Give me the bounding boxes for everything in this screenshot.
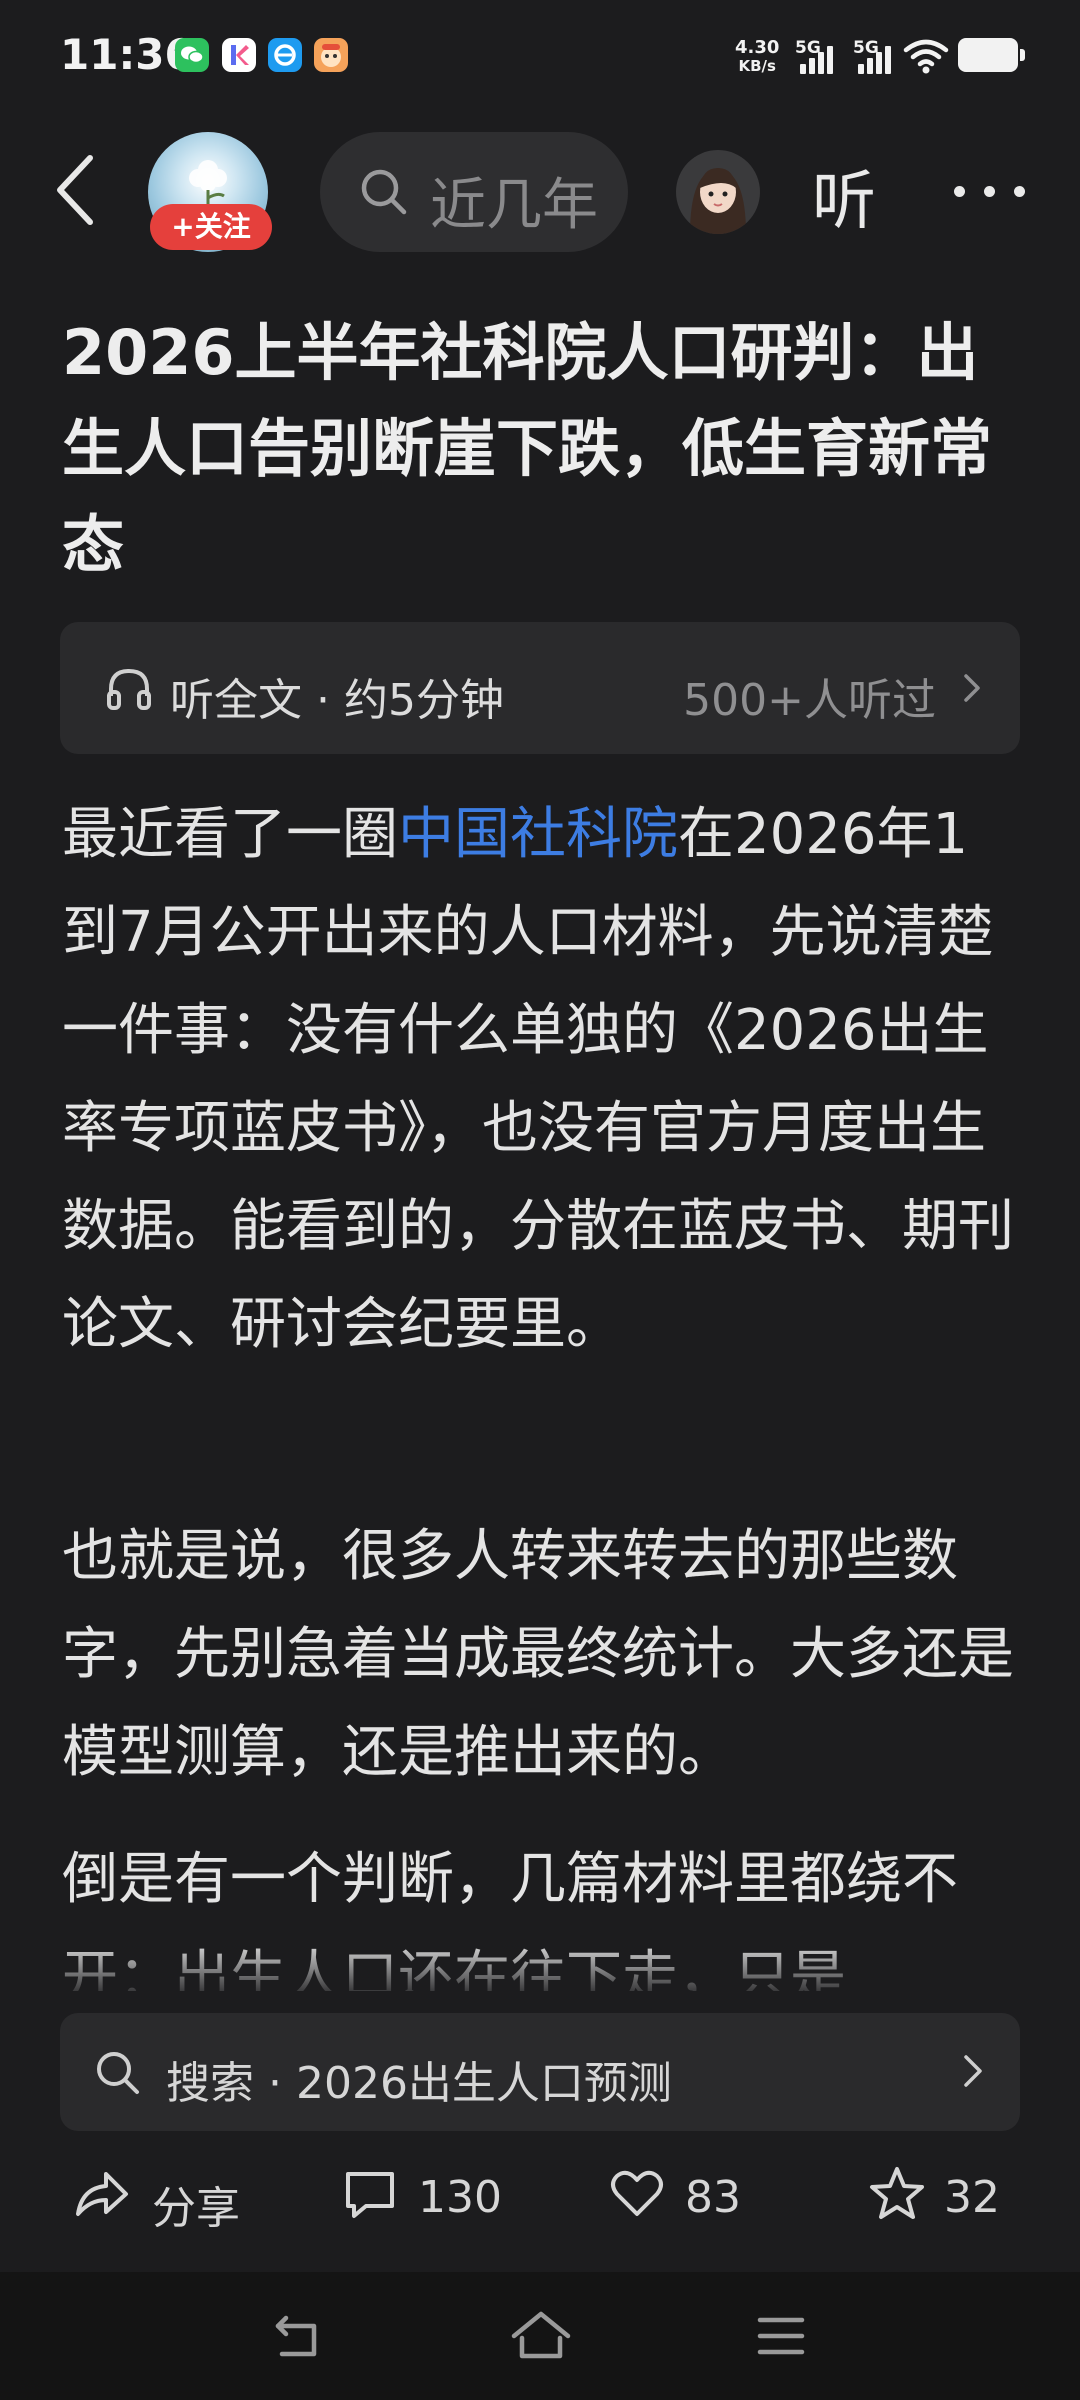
- search-input[interactable]: 近几年: [320, 132, 628, 252]
- listen-count: 500+人听过: [683, 675, 936, 726]
- nav-back-icon: [275, 2315, 317, 2357]
- follow-button[interactable]: +关注: [150, 204, 272, 250]
- menu-icon: [757, 2317, 805, 2355]
- related-search-text: 搜索 · 2026出生人口预测: [166, 2058, 672, 2109]
- app-k-icon: [222, 38, 256, 72]
- signal-bars-icon: [858, 36, 898, 74]
- battery-icon: [958, 38, 1025, 72]
- paragraph-text: 在2026年1到7月公开出来的人口材料，先说清楚一件事：没有什么单独的《2026…: [62, 802, 1014, 1357]
- nav-back-button[interactable]: [270, 2310, 326, 2366]
- chevron-right-icon: [964, 674, 980, 702]
- status-bar: 11:36 4.30 KB/s 5G 5G: [0, 0, 1080, 110]
- content-fade: [0, 1940, 1080, 2000]
- comment-count: 130: [418, 2172, 502, 2223]
- browser-e-icon: [268, 38, 302, 72]
- back-button[interactable]: [48, 150, 108, 230]
- listen-voice-avatar[interactable]: [676, 150, 760, 234]
- share-icon: [76, 2172, 128, 2216]
- network-speed: 4.30 KB/s: [735, 37, 780, 75]
- article-paragraph: 最近看了一圈中国社科院在2026年1到7月公开出来的人口材料，先说清楚一件事：没…: [62, 786, 1022, 1374]
- related-search-bar[interactable]: 搜索 · 2026出生人口预测: [60, 2013, 1020, 2131]
- more-options-button[interactable]: [950, 180, 1030, 204]
- share-label: 分享: [152, 2183, 240, 2234]
- back-arrow-icon: [57, 155, 93, 225]
- like-count: 83: [685, 2172, 741, 2223]
- share-button[interactable]: 分享: [72, 2164, 252, 2234]
- home-icon: [511, 2311, 571, 2359]
- listen-full-text-card[interactable]: 听全文 · 约5分钟 500+人听过: [60, 622, 1020, 754]
- system-nav-bar: [0, 2272, 1080, 2400]
- search-icon: [97, 2052, 139, 2094]
- status-time: 11:36: [60, 30, 194, 79]
- favorite-count: 32: [944, 2172, 1000, 2223]
- like-button[interactable]: 83: [607, 2164, 757, 2234]
- signal-bars-icon: [800, 36, 840, 74]
- comments-button[interactable]: 130: [340, 2164, 510, 2234]
- article-title: 2026上半年社科院人口研判：出生人口告别断崖下跌，低生育新常态: [62, 316, 993, 581]
- heart-icon: [611, 2170, 663, 2216]
- comment-icon: [346, 2172, 394, 2218]
- listen-button[interactable]: 听: [812, 150, 876, 242]
- search-icon: [361, 169, 407, 215]
- favorite-button[interactable]: 32: [866, 2164, 1016, 2234]
- search-query-text: 近几年: [430, 173, 598, 238]
- wifi-icon: [902, 36, 950, 78]
- listen-full-label: 听全文 · 约5分钟: [170, 675, 504, 726]
- nav-home-button[interactable]: [510, 2310, 572, 2366]
- entity-link-cass[interactable]: 中国社科院: [398, 802, 678, 867]
- headphones-icon: [107, 668, 151, 710]
- character-app-icon: [314, 38, 348, 72]
- wechat-icon: [175, 38, 209, 72]
- star-icon: [870, 2167, 924, 2219]
- nav-menu-button[interactable]: [756, 2314, 806, 2362]
- article-paragraph: 也就是说，很多人转来转去的那些数字，先别急着当成最终统计。大多还是模型测算，还是…: [62, 1524, 1014, 1785]
- chevron-right-icon: [964, 2055, 982, 2087]
- paragraph-text: 最近看了一圈: [62, 802, 398, 867]
